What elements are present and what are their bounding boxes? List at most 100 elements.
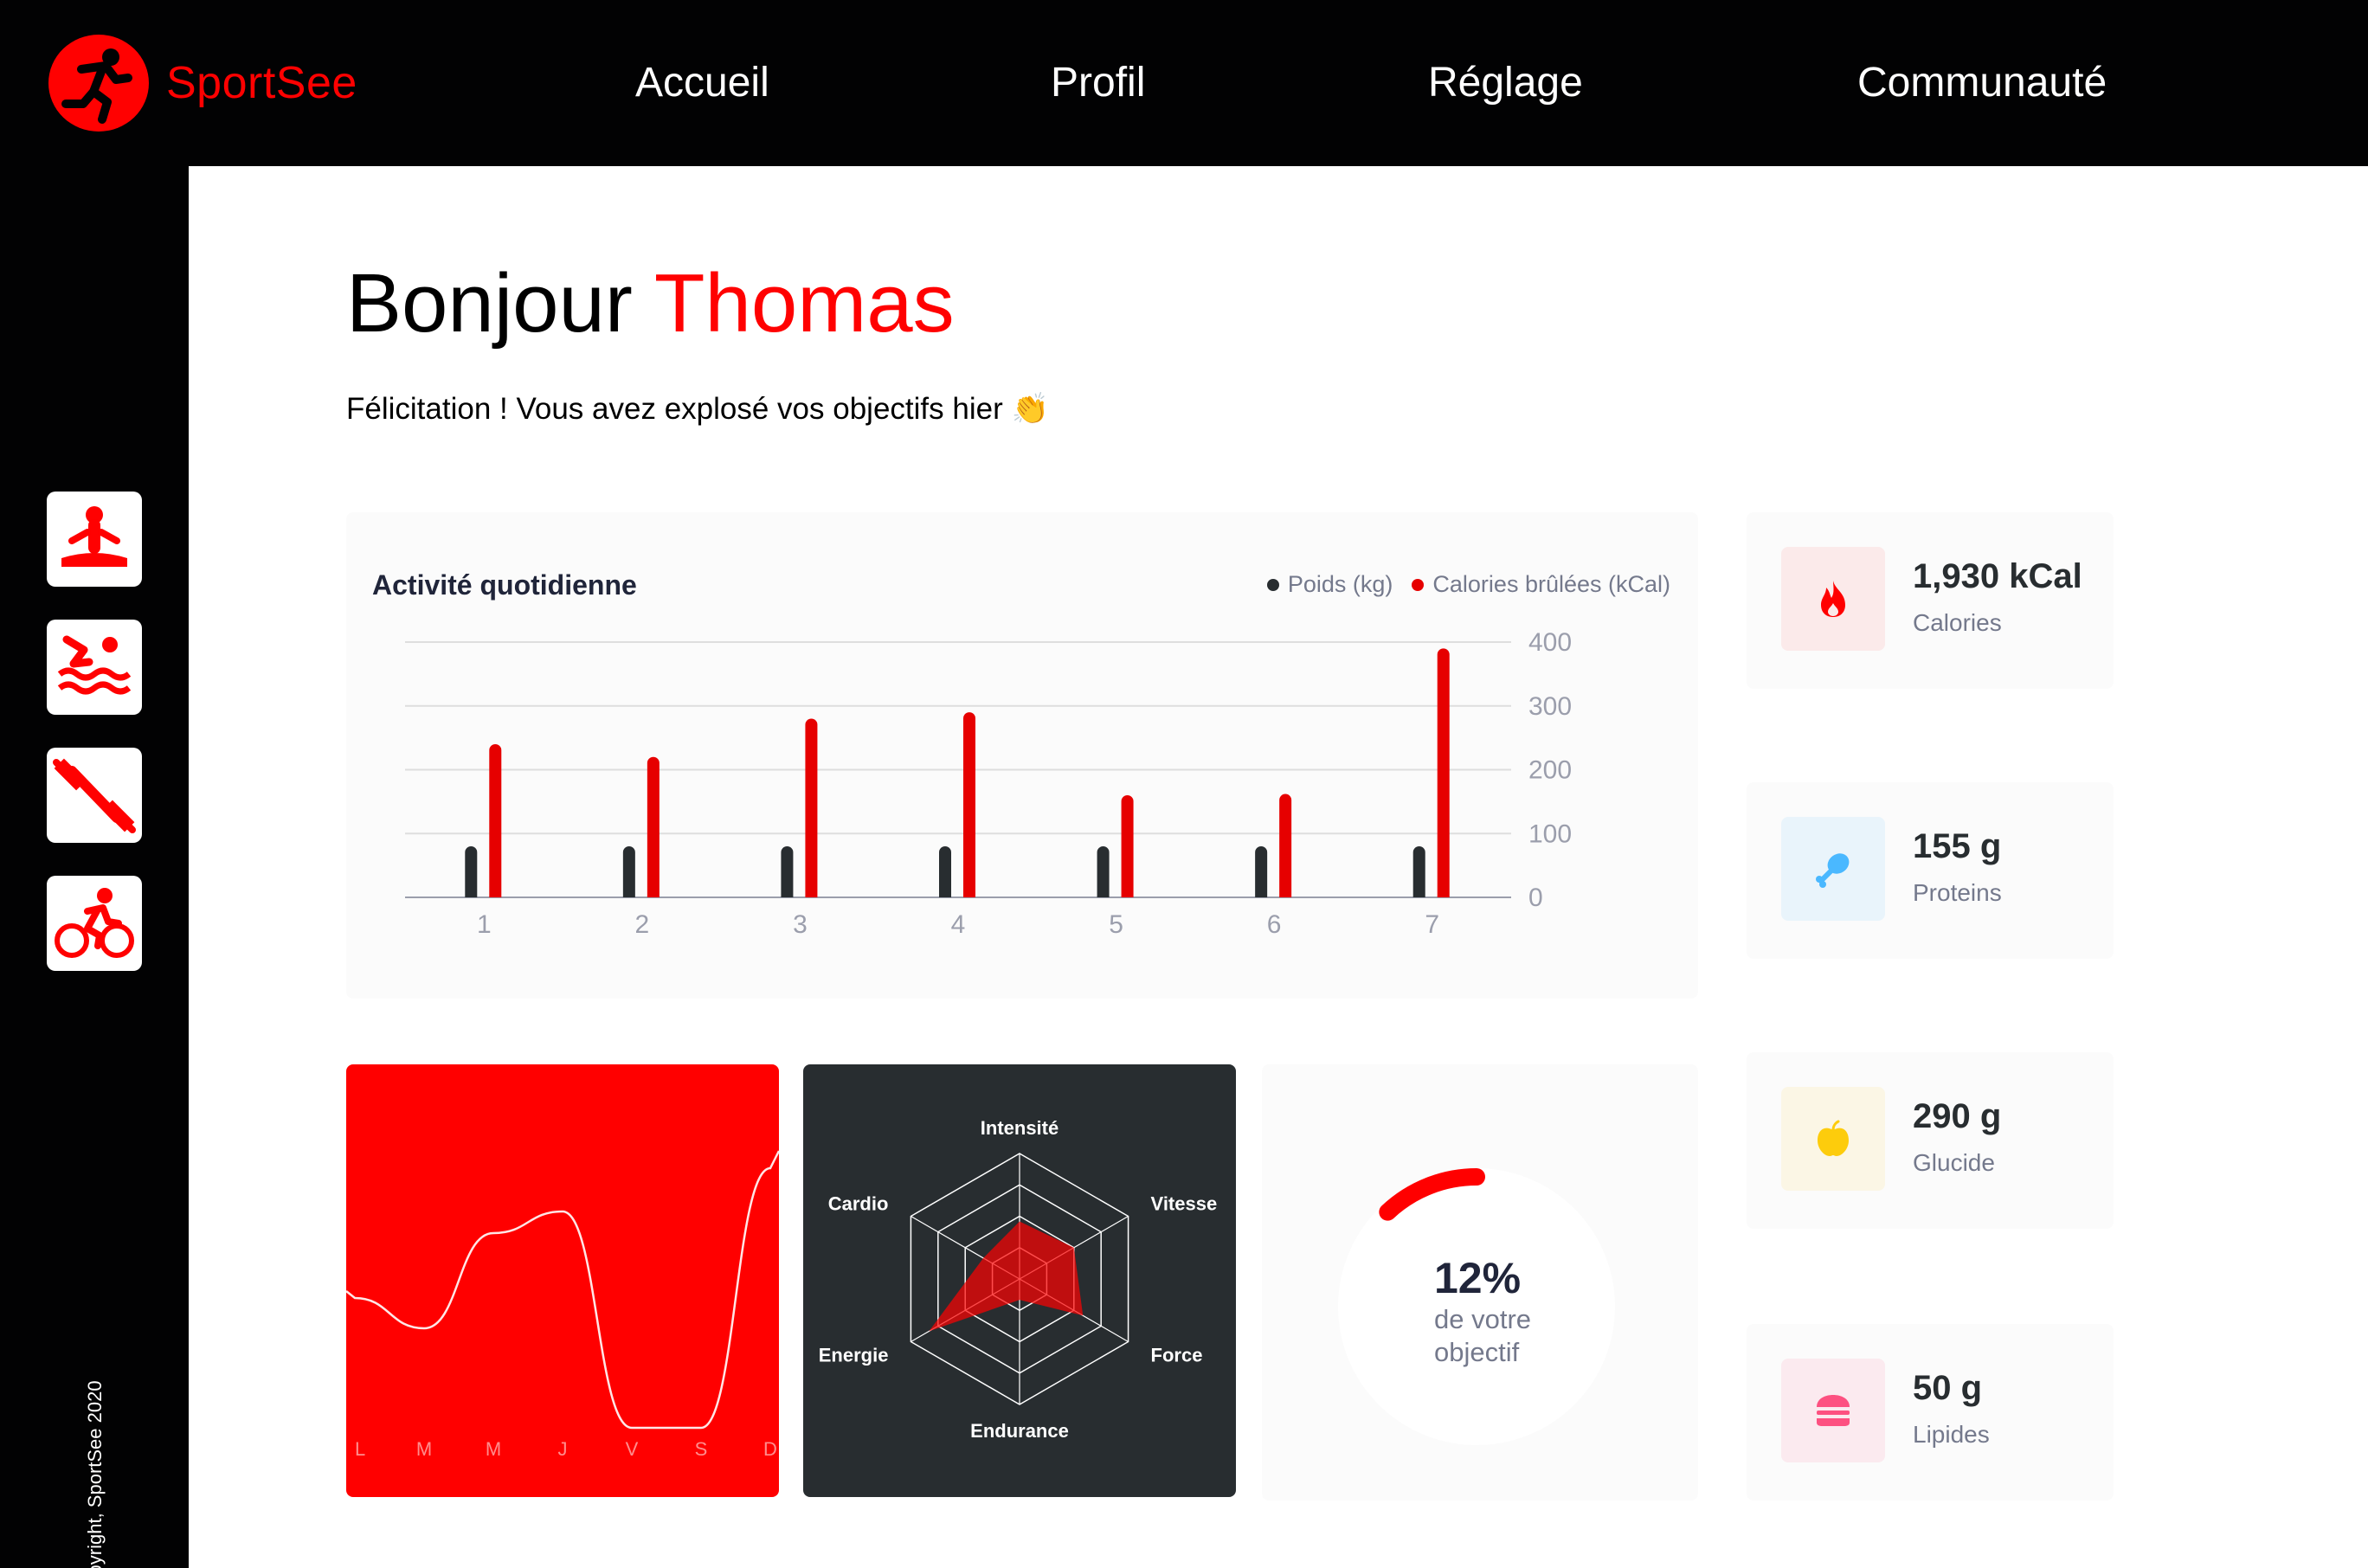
calories-bar — [1437, 648, 1450, 897]
sidebar-item-cycling[interactable] — [47, 876, 142, 971]
x-tick-label: 4 — [951, 910, 966, 939]
top-navigation: SportSee Accueil Profil Réglage Communau… — [0, 0, 2368, 166]
sidebar-item-swimming[interactable] — [47, 620, 142, 715]
sidebar: Copyright, SportSee 2020 — [0, 166, 189, 1568]
calories-bar — [1121, 795, 1134, 897]
calories-bar — [805, 718, 818, 897]
legend-dot-weight — [1266, 578, 1279, 591]
sidebar-item-meditation[interactable] — [47, 492, 142, 587]
radar-axis-label: Vitesse — [1151, 1193, 1218, 1215]
dumbbell-icon — [53, 758, 136, 833]
weight-bar — [465, 846, 478, 897]
radar-axis-label: Cardio — [828, 1193, 889, 1215]
weight-bar — [622, 846, 635, 897]
x-tick-label: 1 — [477, 910, 492, 939]
copyright: Copyright, SportSee 2020 — [84, 1380, 106, 1568]
proteins-value: 155 g — [1913, 827, 2002, 865]
greeting-hello: Bonjour — [346, 257, 633, 350]
calories-bar — [489, 744, 502, 897]
radar-axis-label: Force — [1151, 1345, 1203, 1366]
calories-bar — [647, 756, 660, 897]
score-text: 12% de votre objectif — [1431, 1251, 1535, 1371]
performance-radar-chart: Intensité Vitesse Force Endurance Energie Car… — [819, 1117, 1218, 1442]
chicken-icon — [1816, 853, 1850, 888]
weight-bar — [1412, 846, 1425, 897]
burger-icon — [1817, 1395, 1850, 1426]
swimming-icon — [57, 635, 132, 695]
weight-bar — [781, 846, 794, 897]
glucides-icon-box — [1781, 1087, 1885, 1191]
x-tick-label: 3 — [793, 910, 808, 939]
glucides-label: Glucide — [1913, 1149, 1995, 1176]
score-label-line1: de votre — [1434, 1304, 1532, 1334]
sessions-line — [346, 1150, 779, 1430]
y-tick-label: 100 — [1528, 819, 1572, 848]
weight-bar — [1255, 846, 1268, 897]
calories-bar — [1279, 794, 1292, 897]
runner-icon — [48, 35, 149, 132]
sidebar-item-musculation[interactable] — [47, 748, 142, 843]
day-label: M — [416, 1438, 432, 1460]
score-chart-card: 12% de votre objectif — [1262, 1064, 1698, 1501]
day-label: D — [763, 1438, 777, 1460]
logo[interactable]: SportSee — [48, 35, 357, 132]
lipides-icon-box — [1781, 1359, 1885, 1462]
score-value: 12% — [1434, 1254, 1522, 1302]
day-label: J — [558, 1438, 568, 1460]
sessions-chart-card: LMMJVSD — [346, 1064, 779, 1497]
legend-label-calories: Calories brûlées (kCal) — [1432, 571, 1670, 597]
performance-chart-card: Intensité Vitesse Force Endurance Energie Car… — [803, 1064, 1236, 1497]
calories-label: Calories — [1913, 609, 2002, 636]
calories-value: 1,930 kCal — [1913, 557, 2082, 595]
calories-bar — [963, 712, 975, 897]
weight-bar — [939, 846, 951, 897]
legend-label-weight: Poids (kg) — [1287, 571, 1393, 597]
x-tick-label: 2 — [635, 910, 650, 939]
proteins-label: Proteins — [1913, 879, 2002, 906]
glucides-value: 290 g — [1913, 1097, 2002, 1135]
radar-axis-label: Endurance — [970, 1420, 1069, 1442]
calories-icon-box — [1781, 547, 1885, 651]
nav-communaute[interactable]: Communauté — [1857, 59, 2107, 106]
y-tick-label: 0 — [1528, 884, 1543, 912]
apple-icon — [1818, 1120, 1849, 1156]
cycling-icon — [55, 888, 134, 958]
y-tick-label: 300 — [1528, 692, 1572, 721]
legend-item-weight: Poids (kg) — [1266, 571, 1393, 598]
sessions-chart[interactable]: LMMJVSD — [346, 1064, 779, 1497]
activity-chart-card: 0 100 200 300 400 1 2 3 4 5 6 7 Activité quotidienn… — [346, 512, 1698, 999]
user-name: Thomas — [653, 257, 955, 350]
nav-profil[interactable]: Profil — [1051, 59, 1145, 106]
day-label: S — [695, 1438, 708, 1460]
greeting-message: Félicitation ! Vous avez explosé vos obj… — [346, 392, 1050, 426]
activity-legend: Poids (kg) Calories brûlées (kCal) — [1248, 571, 1670, 598]
radar-axis-label: Energie — [819, 1345, 889, 1366]
lipides-label: Lipides — [1913, 1421, 1990, 1448]
keydata-card-calories: 1,930 kCal Calories — [1747, 512, 2114, 689]
day-label: L — [355, 1438, 365, 1460]
legend-item-calories: Calories brûlées (kCal) — [1412, 571, 1670, 598]
keydata-card-proteins: 155 g Proteins — [1747, 782, 2114, 959]
radar-area — [929, 1221, 1084, 1332]
y-tick-label: 400 — [1528, 628, 1572, 657]
radar-axis-label: Intensité — [981, 1117, 1059, 1139]
x-tick-label: 5 — [1109, 910, 1123, 939]
nav-reglage[interactable]: Réglage — [1428, 59, 1583, 106]
nav-accueil[interactable]: Accueil — [635, 59, 769, 106]
brand-name: SportSee — [166, 58, 357, 108]
day-label: V — [626, 1438, 639, 1460]
y-tick-label: 200 — [1528, 756, 1572, 785]
keydata-card-glucides: 290 g Glucide — [1747, 1052, 2114, 1229]
keydata-card-lipides: 50 g Lipides — [1747, 1324, 2114, 1501]
x-tick-label: 6 — [1267, 910, 1282, 939]
proteins-icon-box — [1781, 817, 1885, 921]
meditation-icon — [61, 506, 127, 567]
day-label: M — [486, 1438, 501, 1460]
weight-bar — [1097, 846, 1110, 897]
fire-icon — [1821, 581, 1845, 617]
lipides-value: 50 g — [1913, 1369, 1983, 1407]
legend-dot-calories — [1412, 578, 1425, 591]
page-title: Bonjour Thomas — [346, 256, 955, 351]
x-tick-label: 7 — [1425, 910, 1439, 939]
activity-chart-title: Activité quotidienne — [372, 569, 637, 601]
